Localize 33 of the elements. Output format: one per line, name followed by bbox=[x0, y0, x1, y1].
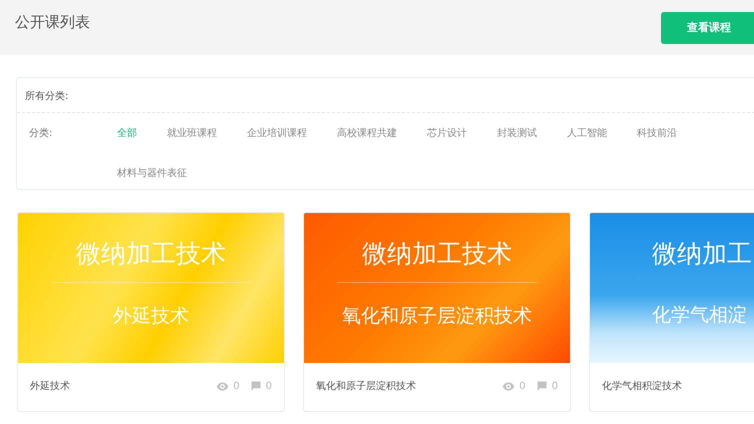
banner-subtitle: 氧化和原子层淀积技术 bbox=[342, 304, 532, 329]
banner-title: 微纳加工技术 bbox=[51, 237, 251, 283]
category-link[interactable]: 全部 bbox=[117, 126, 137, 140]
category-link[interactable]: 封装测试 bbox=[497, 126, 537, 140]
banner-subtitle: 化学气相淀 bbox=[652, 303, 747, 328]
category-link[interactable]: 材料与器件表征 bbox=[117, 166, 187, 180]
comment-count: 0 bbox=[552, 380, 558, 392]
comment-icon bbox=[250, 380, 262, 392]
eye-icon bbox=[216, 380, 230, 392]
category-link[interactable]: 人工智能 bbox=[567, 126, 607, 140]
course-title: 化学气相积淀技术 bbox=[602, 380, 683, 393]
category-link[interactable]: 高校课程共建 bbox=[337, 126, 397, 140]
category-label: 分类: bbox=[29, 126, 54, 141]
view-count: 0 bbox=[233, 380, 240, 392]
page-title: 公开课列表 bbox=[15, 13, 90, 32]
view-courses-button[interactable]: 查看课程 bbox=[661, 12, 754, 44]
category-link[interactable]: 科技前沿 bbox=[637, 126, 677, 140]
banner-subtitle: 外延技术 bbox=[113, 304, 189, 329]
course-card[interactable]: 微纳加工技术 外延技术 外延技术 0 0 bbox=[17, 212, 285, 412]
category-link[interactable]: 就业班课程 bbox=[167, 126, 217, 140]
category-link[interactable]: 企业培训课程 bbox=[247, 126, 307, 140]
view-count: 0 bbox=[519, 380, 526, 392]
comment-icon bbox=[536, 380, 548, 392]
course-card[interactable]: 微纳加工 化学气相淀 化学气相积淀技术 bbox=[589, 212, 754, 412]
banner-title: 微纳加工技术 bbox=[337, 237, 537, 283]
course-title: 氧化和原子层淀积技术 bbox=[316, 380, 417, 393]
banner-title: 微纳加工 bbox=[652, 238, 752, 270]
category-link[interactable]: 芯片设计 bbox=[427, 126, 467, 140]
course-card[interactable]: 微纳加工技术 氧化和原子层淀积技术 氧化和原子层淀积技术 0 0 bbox=[303, 212, 571, 412]
all-categories-label: 所有分类: bbox=[25, 91, 68, 102]
comment-count: 0 bbox=[266, 380, 272, 392]
eye-icon bbox=[502, 380, 516, 392]
course-title: 外延技术 bbox=[30, 380, 71, 393]
